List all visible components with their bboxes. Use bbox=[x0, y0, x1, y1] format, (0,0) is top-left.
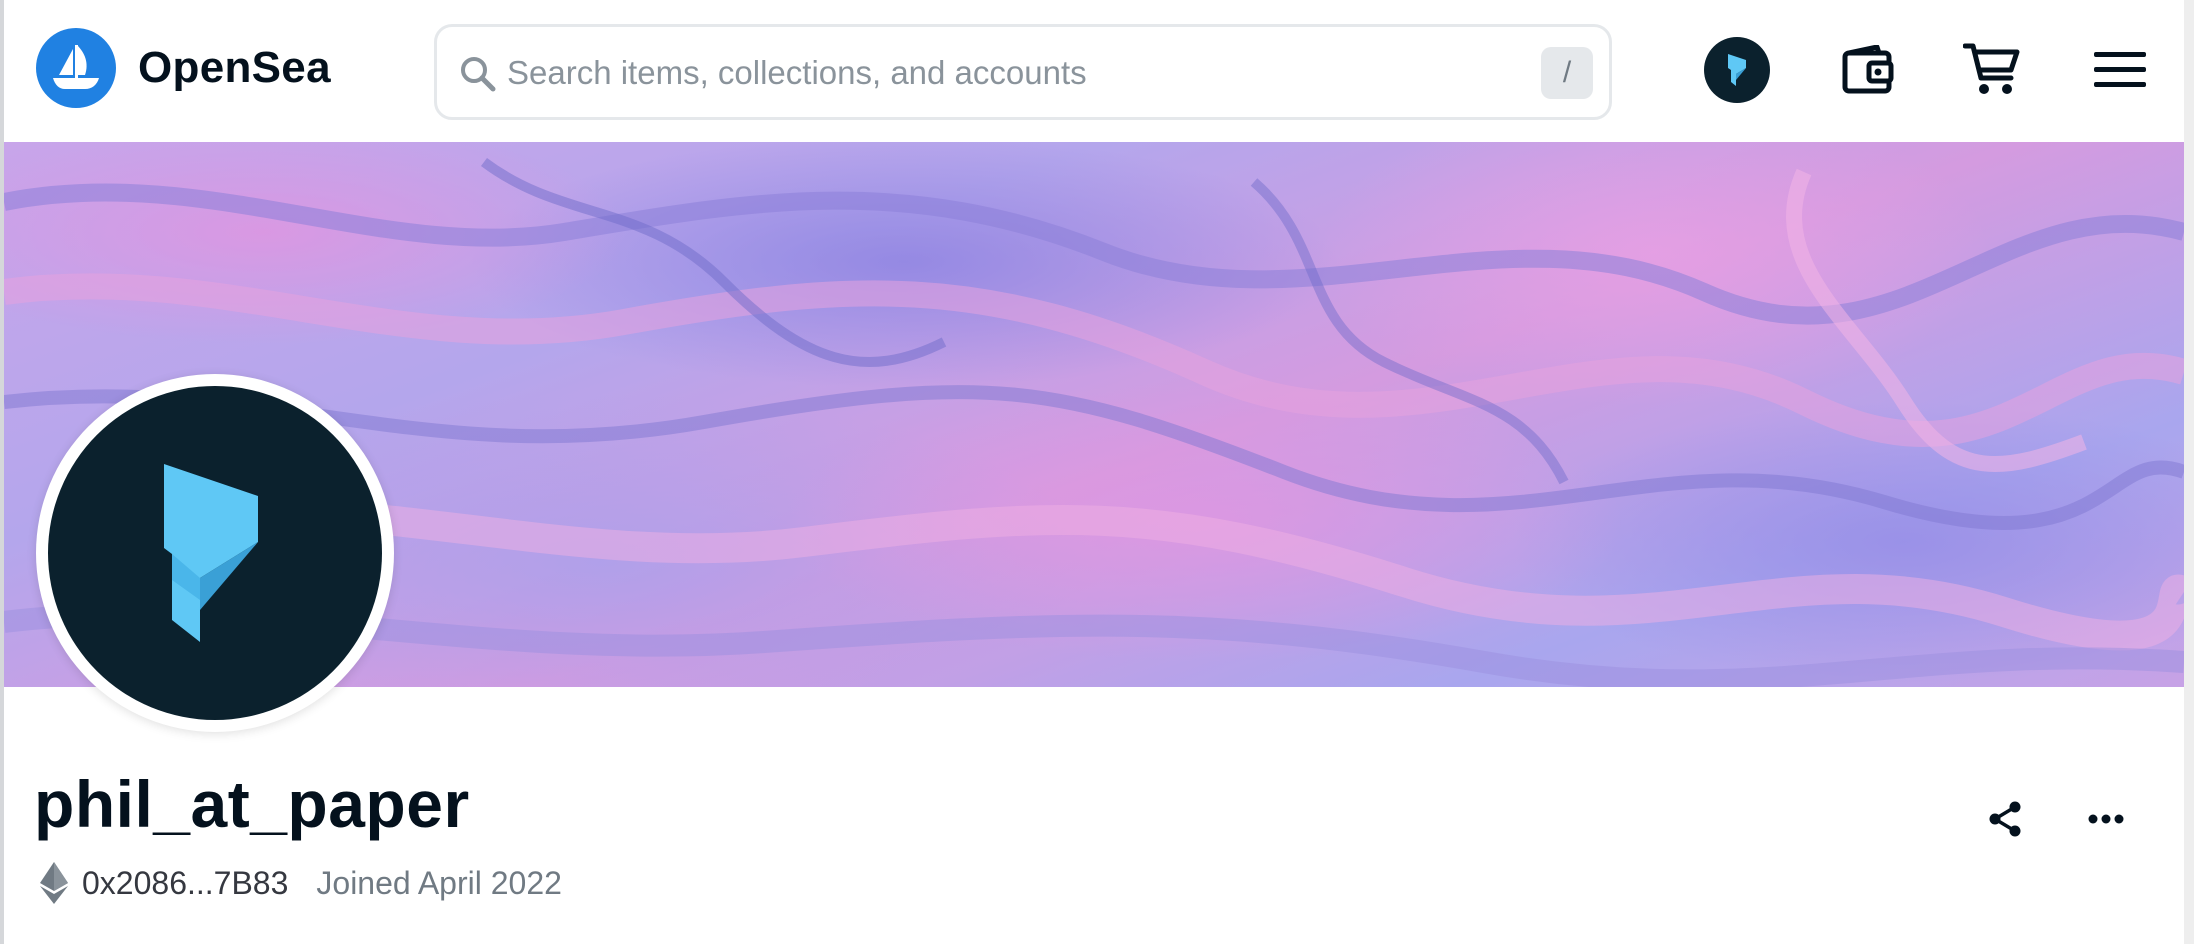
wallet-address[interactable]: 0x2086...7B83 bbox=[82, 865, 288, 902]
profile-meta: 0x2086...7B83 Joined April 2022 bbox=[40, 862, 562, 904]
account-avatar-icon bbox=[1728, 54, 1746, 86]
more-horizontal-icon bbox=[2088, 814, 2124, 824]
menu-button[interactable] bbox=[2084, 34, 2156, 106]
brand-name: OpenSea bbox=[138, 43, 331, 92]
share-button[interactable] bbox=[1978, 792, 2032, 846]
opensea-logo-link[interactable]: OpenSea bbox=[36, 28, 331, 108]
search-bar[interactable]: / bbox=[434, 24, 1612, 120]
share-icon bbox=[1989, 801, 2021, 837]
search-input[interactable] bbox=[507, 45, 1507, 101]
menu-icon bbox=[2094, 52, 2146, 87]
search-icon bbox=[459, 55, 497, 98]
joined-date: Joined April 2022 bbox=[316, 864, 562, 901]
opensea-boat-icon bbox=[36, 28, 116, 108]
wallet-icon bbox=[1842, 45, 1894, 94]
cart-icon bbox=[1963, 43, 2020, 94]
cart-button[interactable] bbox=[1956, 34, 2028, 106]
profile-page: OpenSea / bbox=[0, 0, 2194, 944]
account-avatar-button[interactable] bbox=[1704, 37, 1770, 103]
paper-logo-icon bbox=[164, 464, 258, 642]
top-navigation-bar: OpenSea / bbox=[4, 0, 2184, 142]
profile-username: phil_at_paper bbox=[34, 767, 470, 841]
search-shortcut-key: / bbox=[1541, 47, 1593, 99]
profile-avatar[interactable] bbox=[36, 374, 394, 732]
window-scrollbar[interactable] bbox=[2184, 0, 2194, 944]
ethereum-icon bbox=[40, 862, 68, 904]
more-options-button[interactable] bbox=[2078, 792, 2134, 846]
wallet-button[interactable] bbox=[1832, 34, 1904, 106]
